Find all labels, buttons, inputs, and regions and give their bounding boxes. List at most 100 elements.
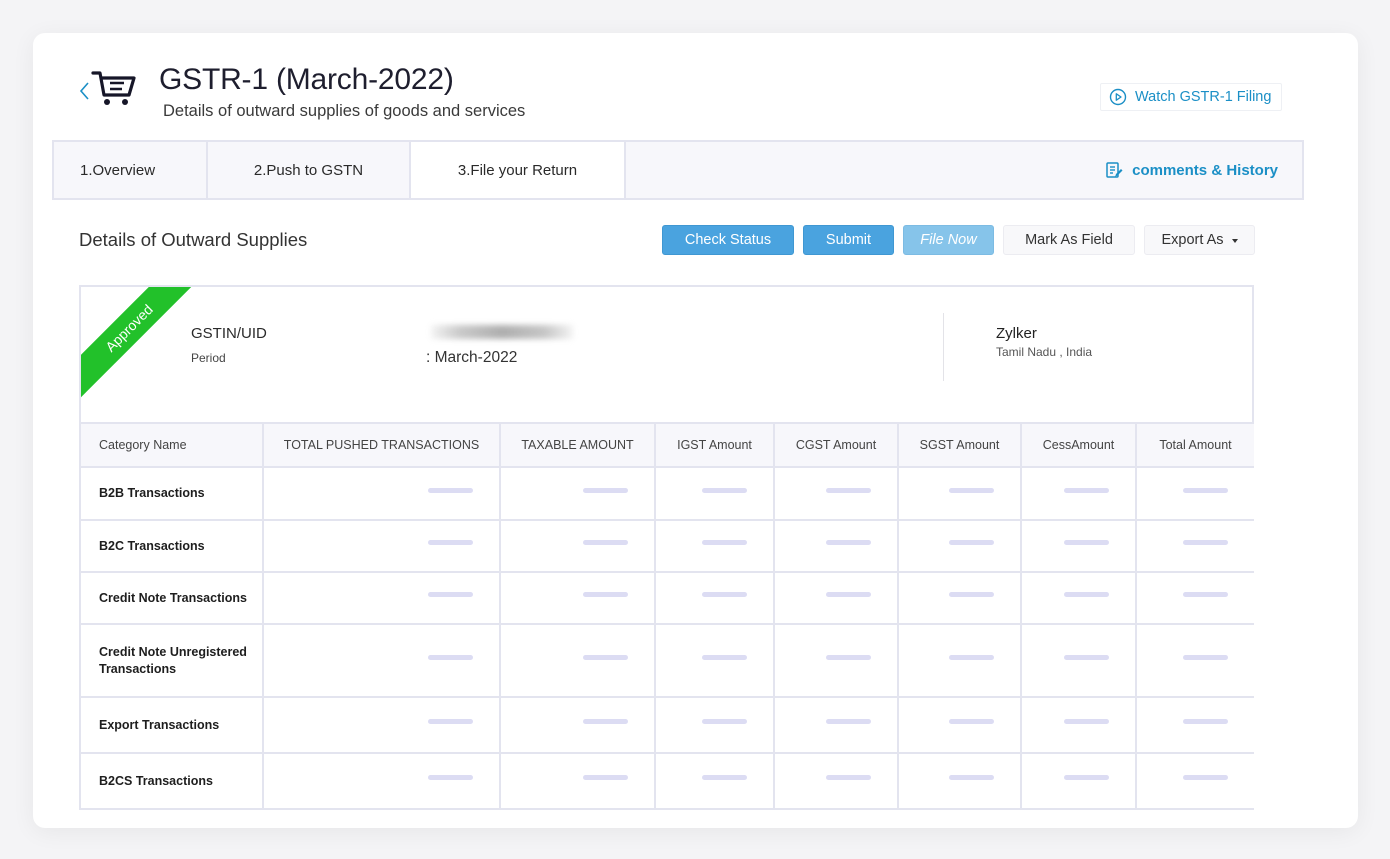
back-chevron-icon[interactable] xyxy=(77,77,91,105)
gstin-label: GSTIN/UID xyxy=(191,325,267,342)
value-placeholder xyxy=(1183,487,1228,493)
table-row[interactable]: B2CS Transactions xyxy=(79,752,1254,810)
export-as-dropdown[interactable]: Export As xyxy=(1144,225,1255,255)
value-placeholder xyxy=(826,775,871,780)
value-placeholder xyxy=(826,592,871,597)
value-placeholder xyxy=(583,540,628,545)
value-placeholder xyxy=(826,719,871,724)
amount-cell xyxy=(1135,519,1254,573)
value-placeholder xyxy=(1183,654,1228,660)
value-placeholder xyxy=(1183,540,1228,545)
export-as-label: Export As xyxy=(1161,232,1224,248)
amount-cell xyxy=(1135,623,1254,698)
table-row[interactable]: Export Transactions xyxy=(79,696,1254,754)
amount-cell xyxy=(773,466,899,521)
amount-cell xyxy=(1020,571,1137,625)
category-name-cell[interactable]: B2C Transactions xyxy=(79,519,264,573)
value-placeholder xyxy=(583,654,628,660)
check-status-button[interactable]: Check Status xyxy=(662,225,794,255)
amount-cell xyxy=(897,571,1022,625)
value-placeholder xyxy=(702,540,747,545)
amount-cell xyxy=(773,696,899,754)
column-header: TOTAL PUSHED TRANSACTIONS xyxy=(262,422,501,468)
category-name-cell[interactable]: Export Transactions xyxy=(79,696,264,754)
category-name-cell[interactable]: Credit Note Transactions xyxy=(79,571,264,625)
tab-file-your-return[interactable]: 3.File your Return xyxy=(411,142,626,198)
caret-down-icon xyxy=(1231,239,1238,243)
amount-cell xyxy=(897,519,1022,573)
value-placeholder xyxy=(583,487,628,493)
amount-cell xyxy=(262,752,501,810)
amount-cell xyxy=(499,519,656,573)
value-placeholder xyxy=(949,719,994,724)
outward-supplies-table-container: Category Name TOTAL PUSHED TRANSACTIONS … xyxy=(79,422,1254,828)
amount-cell xyxy=(1020,623,1137,698)
value-placeholder xyxy=(1183,719,1228,724)
value-placeholder xyxy=(826,487,871,493)
amount-cell xyxy=(1135,571,1254,625)
value-placeholder xyxy=(428,487,473,493)
amount-cell xyxy=(1135,696,1254,754)
amount-cell xyxy=(654,519,775,573)
value-placeholder xyxy=(949,592,994,597)
value-placeholder xyxy=(949,487,994,493)
amount-cell xyxy=(654,623,775,698)
amount-cell xyxy=(1020,752,1137,810)
comments-history-label: comments & History xyxy=(1132,161,1278,179)
period-value: : March-2022 xyxy=(426,349,518,366)
table-row[interactable]: B2B Transactions xyxy=(79,466,1254,521)
value-placeholder xyxy=(826,654,871,660)
amount-cell xyxy=(897,696,1022,754)
amount-cell xyxy=(499,466,656,521)
amount-cell xyxy=(1135,752,1254,810)
value-placeholder xyxy=(702,487,747,493)
amount-cell xyxy=(262,696,501,754)
value-placeholder xyxy=(1183,592,1228,597)
category-name-cell[interactable]: Credit Note Unregistered Transactions xyxy=(79,623,264,698)
section-title: Details of Outward Supplies xyxy=(79,229,308,250)
value-placeholder xyxy=(702,592,747,597)
submit-button[interactable]: Submit xyxy=(803,225,894,255)
amount-cell xyxy=(1020,466,1137,521)
table-header-row: Category Name TOTAL PUSHED TRANSACTIONS … xyxy=(79,422,1254,468)
table-row[interactable]: Credit Note Unregistered Transactions xyxy=(79,623,1254,698)
organization-name: Zylker xyxy=(996,325,1037,342)
value-placeholder xyxy=(428,540,473,545)
watch-filing-button[interactable]: Watch GSTR-1 Filing xyxy=(1100,83,1283,111)
column-header: IGST Amount xyxy=(654,422,775,468)
value-placeholder xyxy=(949,654,994,660)
amount-cell xyxy=(262,623,501,698)
amount-cell xyxy=(499,623,656,698)
tab-push-to-gstn[interactable]: 2.Push to GSTN xyxy=(208,142,411,198)
amount-cell xyxy=(897,752,1022,810)
amount-cell xyxy=(773,571,899,625)
amount-cell xyxy=(773,623,899,698)
value-placeholder xyxy=(949,540,994,545)
amount-cell xyxy=(1135,466,1254,521)
gstr1-card: GSTR-1 (March-2022) Details of outward s… xyxy=(33,33,1358,828)
category-name-cell[interactable]: B2B Transactions xyxy=(79,466,264,521)
value-placeholder xyxy=(949,775,994,780)
step-tabs: 1.Overview 2.Push to GSTN 3.File your Re… xyxy=(52,140,1304,200)
table-row[interactable]: Credit Note Transactions xyxy=(79,571,1254,625)
table-row[interactable]: B2C Transactions xyxy=(79,519,1254,573)
value-placeholder xyxy=(1183,775,1228,780)
amount-cell xyxy=(654,696,775,754)
watch-filing-label: Watch GSTR-1 Filing xyxy=(1135,89,1272,105)
period-label: Period xyxy=(191,351,226,365)
amount-cell xyxy=(654,752,775,810)
amount-cell xyxy=(499,696,656,754)
amount-cell xyxy=(654,466,775,521)
value-placeholder xyxy=(1064,592,1109,597)
category-name-cell[interactable]: B2CS Transactions xyxy=(79,752,264,810)
mark-as-field-button[interactable]: Mark As Field xyxy=(1003,225,1135,255)
value-placeholder xyxy=(1064,719,1109,724)
column-header: CGST Amount xyxy=(773,422,899,468)
comments-history-link[interactable]: comments & History xyxy=(1105,142,1278,198)
column-header: Total Amount xyxy=(1135,422,1254,468)
tab-overview[interactable]: 1.Overview xyxy=(54,142,208,198)
value-placeholder xyxy=(702,775,747,780)
file-now-button[interactable]: File Now xyxy=(903,225,994,255)
value-placeholder xyxy=(583,719,628,724)
column-header: Category Name xyxy=(79,422,264,468)
